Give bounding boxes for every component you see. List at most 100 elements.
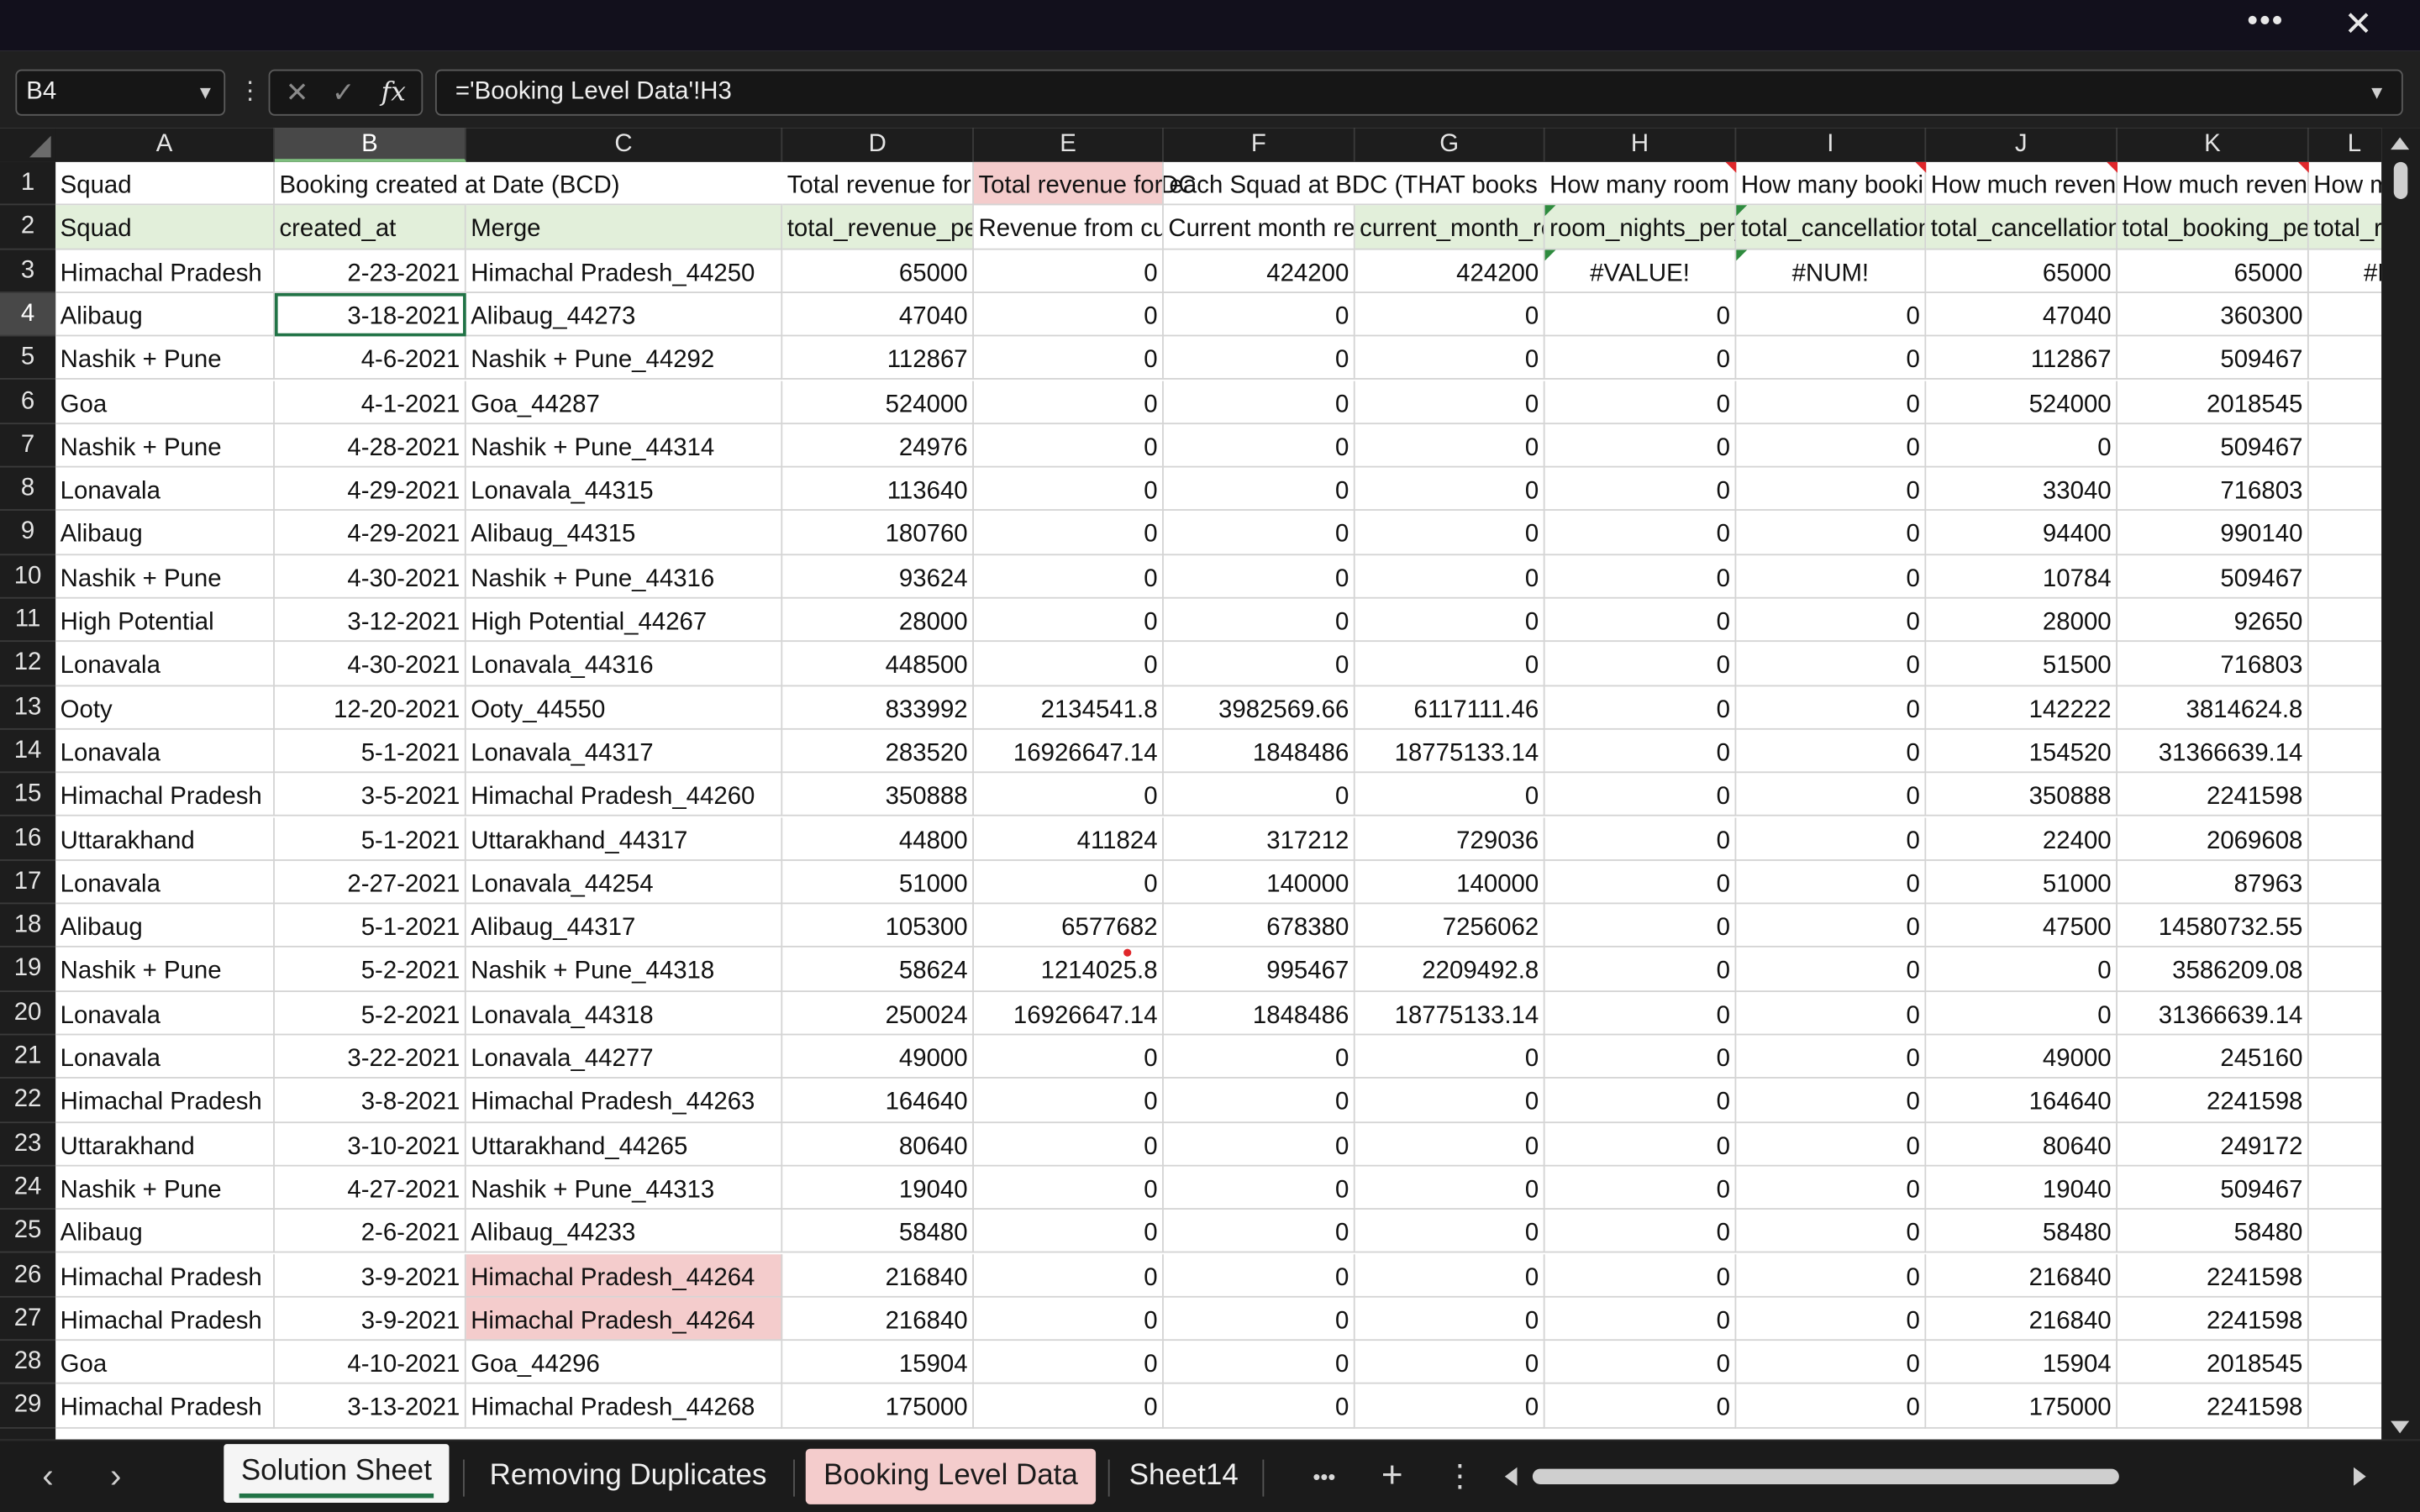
insert-function-icon[interactable]: fx (381, 71, 406, 113)
row-header[interactable]: 9 (0, 512, 56, 555)
row-header[interactable]: 3 (0, 249, 56, 293)
cell-e26[interactable]: 0 (973, 1253, 1164, 1298)
cell-i21[interactable]: 0 (1736, 1035, 1927, 1079)
cell-c27[interactable]: Himachal Pradesh_44264 (466, 1297, 783, 1341)
cell-e23[interactable]: 0 (973, 1122, 1164, 1167)
cell-f22[interactable]: 0 (1163, 1079, 1355, 1123)
column-header-h[interactable]: H (1545, 128, 1737, 162)
cell-e11[interactable]: 0 (973, 598, 1164, 643)
horizontal-scroll-thumb[interactable] (1532, 1468, 2119, 1484)
cell-h15[interactable]: 0 (1544, 773, 1737, 817)
cell-j21[interactable]: 49000 (1926, 1035, 2118, 1079)
cell-d24[interactable]: 19040 (782, 1166, 974, 1210)
cell-e12[interactable]: 0 (973, 642, 1164, 686)
cell-b9[interactable]: 4-29-2021 (274, 511, 466, 555)
cell-a18[interactable]: Alibaug (55, 904, 275, 948)
cell-l15[interactable] (2308, 774, 2382, 817)
cell-g25[interactable]: 0 (1355, 1210, 1545, 1254)
cell-l1[interactable]: How m (2308, 162, 2382, 206)
cell-a20[interactable]: Lonavala (55, 991, 275, 1036)
cell-b29[interactable]: 3-13-2021 (274, 1384, 466, 1429)
cell-a27[interactable]: Himachal Pradesh (55, 1297, 275, 1341)
cell-e24[interactable]: 0 (973, 1166, 1164, 1210)
cell-d28[interactable]: 15904 (782, 1341, 974, 1385)
cell-h2[interactable]: room_nights_per_squad (1544, 205, 1737, 249)
cell-d9[interactable]: 180760 (782, 511, 974, 555)
cell-a7[interactable]: Nashik + Pune (55, 423, 275, 468)
cell-c13[interactable]: Ooty_44550 (466, 685, 783, 730)
cell-i18[interactable]: 0 (1736, 904, 1927, 948)
row-header[interactable]: 15 (0, 774, 56, 817)
cell-d13[interactable]: 833992 (782, 685, 974, 730)
cell-a2[interactable]: Squad (55, 205, 275, 249)
cell-e6[interactable]: 0 (973, 380, 1164, 424)
cell-h20[interactable]: 0 (1544, 991, 1737, 1036)
cell-i11[interactable]: 0 (1736, 598, 1927, 643)
cell-g26[interactable]: 0 (1355, 1253, 1545, 1298)
cell-i13[interactable]: 0 (1736, 685, 1927, 730)
cell-f17[interactable]: 140000 (1163, 860, 1355, 905)
cell-g4[interactable]: 0 (1355, 292, 1545, 337)
cell-h13[interactable]: 0 (1544, 685, 1737, 730)
cell-h28[interactable]: 0 (1544, 1341, 1737, 1385)
cell-b3[interactable]: 2-23-2021 (274, 249, 466, 293)
add-sheet-icon[interactable]: + (1367, 1453, 1417, 1499)
cell-a22[interactable]: Himachal Pradesh (55, 1079, 275, 1123)
tab-booking-level-data[interactable]: Booking Level Data (805, 1448, 1097, 1504)
cell-c4[interactable]: Alibaug_44273 (466, 292, 783, 337)
cell-f7[interactable]: 0 (1163, 423, 1355, 468)
cell-k1[interactable]: How much revenue (2118, 161, 2309, 206)
cell-g3[interactable]: 424200 (1355, 249, 1545, 293)
cell-i17[interactable]: 0 (1736, 860, 1927, 905)
cell-j11[interactable]: 28000 (1926, 598, 2118, 643)
cell-h4[interactable]: 0 (1544, 292, 1737, 337)
cell-h19[interactable]: 0 (1544, 948, 1737, 992)
cell-e14[interactable]: 16926647.14 (973, 729, 1164, 774)
cell-a24[interactable]: Nashik + Pune (55, 1166, 275, 1210)
cell-g6[interactable]: 0 (1355, 380, 1545, 424)
cell-b18[interactable]: 5-1-2021 (274, 904, 466, 948)
cell-k6[interactable]: 2018545 (2118, 380, 2309, 424)
select-all-corner[interactable] (0, 128, 56, 162)
cell-b22[interactable]: 3-8-2021 (274, 1079, 466, 1123)
cell-l13[interactable] (2308, 686, 2382, 730)
cell-b21[interactable]: 3-22-2021 (274, 1035, 466, 1079)
cell-d25[interactable]: 58480 (782, 1210, 974, 1254)
cell-i26[interactable]: 0 (1736, 1253, 1927, 1298)
cell-c16[interactable]: Uttarakhand_44317 (466, 816, 783, 861)
cell-b16[interactable]: 5-1-2021 (274, 816, 466, 861)
cell-k4[interactable]: 360300 (2118, 292, 2309, 337)
cell-i3[interactable]: #NUM! (1736, 249, 1927, 293)
cell-b2[interactable]: created_at (274, 205, 466, 249)
cell-d14[interactable]: 283520 (782, 729, 974, 774)
cell-a4[interactable]: Alibaug (55, 292, 275, 337)
cell-k19[interactable]: 3586209.08 (2118, 948, 2309, 992)
cell-i19[interactable]: 0 (1736, 948, 1927, 992)
cell-h1[interactable]: How many room nights (1544, 161, 1737, 206)
row-header[interactable]: 8 (0, 468, 56, 512)
cell-g12[interactable]: 0 (1355, 642, 1545, 686)
cell-c2[interactable]: Merge (466, 205, 783, 249)
cell-f11[interactable]: 0 (1163, 598, 1355, 643)
cell-c8[interactable]: Lonavala_44315 (466, 467, 783, 512)
cell-j19[interactable]: 0 (1926, 948, 2118, 992)
cell-c3[interactable]: Himachal Pradesh_44250 (466, 249, 783, 293)
cell-g14[interactable]: 18775133.14 (1355, 729, 1545, 774)
cell-b15[interactable]: 3-5-2021 (274, 773, 466, 817)
cell-j16[interactable]: 22400 (1926, 816, 2118, 861)
expand-formula-chevron-icon[interactable]: ▼ (2368, 71, 2386, 113)
cell-e17[interactable]: 0 (973, 860, 1164, 905)
cell-h11[interactable]: 0 (1544, 598, 1737, 643)
cell-j14[interactable]: 154520 (1926, 729, 2118, 774)
cell-e29[interactable]: 0 (973, 1384, 1164, 1429)
cell-j22[interactable]: 164640 (1926, 1079, 2118, 1123)
cell-k24[interactable]: 509467 (2118, 1166, 2309, 1210)
cell-h8[interactable]: 0 (1544, 467, 1737, 512)
cell-i9[interactable]: 0 (1736, 511, 1927, 555)
cell-b20[interactable]: 5-2-2021 (274, 991, 466, 1036)
cell-h6[interactable]: 0 (1544, 380, 1737, 424)
cell-j27[interactable]: 216840 (1926, 1297, 2118, 1341)
vertical-scrollbar[interactable] (2381, 128, 2420, 1440)
column-header-c[interactable]: C (466, 128, 783, 162)
cell-i20[interactable]: 0 (1736, 991, 1927, 1036)
